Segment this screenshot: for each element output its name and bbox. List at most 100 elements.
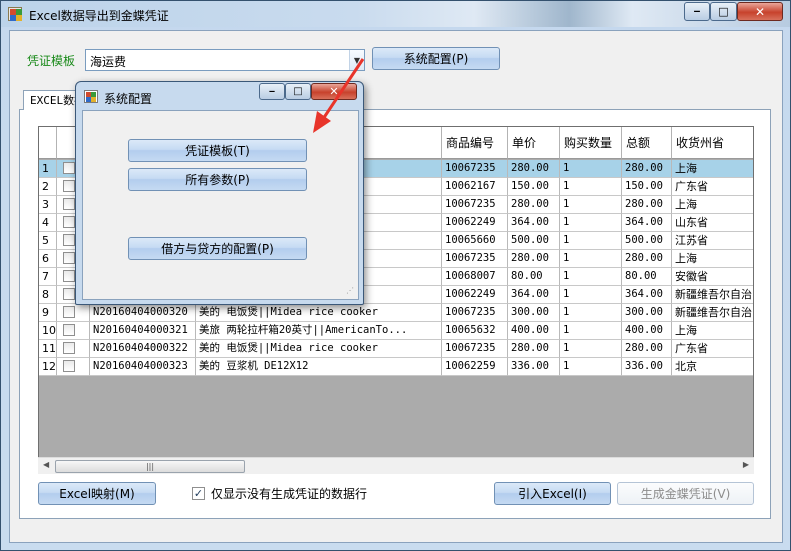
cell-province[interactable]: 广东省	[672, 340, 753, 358]
excel-mapping-button[interactable]: Excel映射(M)	[38, 482, 156, 505]
cell-product[interactable]: 美旅 两轮拉杆箱20英寸||AmericanTo...	[196, 322, 442, 340]
row-checkbox[interactable]	[63, 360, 75, 372]
cell-qty[interactable]: 1	[560, 304, 622, 322]
cell-qty[interactable]: 1	[560, 250, 622, 268]
title-bar[interactable]: Excel数据导出到金蝶凭证 ‒ □ ✕	[1, 1, 790, 27]
cell-n[interactable]: 9	[39, 304, 57, 322]
cell-province[interactable]: 北京	[672, 358, 753, 376]
system-config-button[interactable]: 系统配置(P)	[372, 47, 500, 70]
table-row[interactable]: 10 N20160404000321 美旅 两轮拉杆箱20英寸||AmericanT…	[39, 322, 753, 340]
grid-header-total[interactable]: 总额	[622, 127, 672, 159]
cell-code[interactable]: 10067235	[442, 196, 508, 214]
cell-code[interactable]: 10067235	[442, 340, 508, 358]
cell-n[interactable]: 11	[39, 340, 57, 358]
cell-qty[interactable]: 1	[560, 214, 622, 232]
cell-code[interactable]: 10067235	[442, 160, 508, 178]
cell-price[interactable]: 364.00	[508, 214, 560, 232]
cell-n[interactable]: 6	[39, 250, 57, 268]
cell-n[interactable]: 5	[39, 232, 57, 250]
cell-province[interactable]: 新疆维吾尔自治	[672, 304, 753, 322]
cell-qty[interactable]: 1	[560, 232, 622, 250]
cell-qty[interactable]: 1	[560, 268, 622, 286]
table-row[interactable]: 12 N20160404000323 美的 豆浆机 DE12X12 10062259 3…	[39, 358, 753, 376]
cell-qty[interactable]: 1	[560, 322, 622, 340]
cell-qty[interactable]: 1	[560, 286, 622, 304]
cell-n[interactable]: 12	[39, 358, 57, 376]
cell-code[interactable]: 10062167	[442, 178, 508, 196]
row-checkbox[interactable]	[63, 288, 75, 300]
dialog-minimize-button[interactable]: ‒	[259, 83, 285, 100]
cell-total[interactable]: 400.00	[622, 322, 672, 340]
import-excel-button[interactable]: 引入Excel(I)	[494, 482, 611, 505]
generate-voucher-button[interactable]: 生成金蝶凭证(V)	[617, 482, 754, 505]
minimize-button[interactable]: ‒	[684, 2, 710, 21]
row-checkbox[interactable]	[63, 270, 75, 282]
cell-total[interactable]: 150.00	[622, 178, 672, 196]
all-params-button[interactable]: 所有参数(P)	[128, 168, 307, 191]
row-checkbox[interactable]	[63, 342, 75, 354]
cell-product[interactable]: 美的 电饭煲||Midea rice cooker	[196, 340, 442, 358]
cell-province[interactable]: 山东省	[672, 214, 753, 232]
only-unvouchered-checkbox[interactable]: ✓	[192, 487, 205, 500]
cell-qty[interactable]: 1	[560, 160, 622, 178]
scrollbar-thumb[interactable]: |||	[55, 460, 245, 473]
row-checkbox[interactable]	[63, 252, 75, 264]
cell-total[interactable]: 300.00	[622, 304, 672, 322]
cell-code[interactable]: 10062259	[442, 358, 508, 376]
scroll-right-icon[interactable]: ▶	[743, 460, 749, 469]
table-row[interactable]: 9 N20160404000320 美的 电饭煲||Midea rice cooke…	[39, 304, 753, 322]
cell-qty[interactable]: 1	[560, 358, 622, 376]
row-checkbox[interactable]	[63, 162, 75, 174]
cell-province[interactable]: 上海	[672, 160, 753, 178]
cell-code[interactable]: 10067235	[442, 304, 508, 322]
cell-province[interactable]: 上海	[672, 250, 753, 268]
cell-n[interactable]: 7	[39, 268, 57, 286]
grid-header-province[interactable]: 收货州省	[672, 127, 753, 159]
cell-qty[interactable]: 1	[560, 178, 622, 196]
cell-total[interactable]: 80.00	[622, 268, 672, 286]
cell-order[interactable]: N20160404000322	[90, 340, 196, 358]
cell-total[interactable]: 280.00	[622, 196, 672, 214]
cell-province[interactable]: 上海	[672, 322, 753, 340]
cell-total[interactable]: 364.00	[622, 286, 672, 304]
cell-product[interactable]: 美的 电饭煲||Midea rice cooker	[196, 304, 442, 322]
cell-product[interactable]: 美的 豆浆机 DE12X12	[196, 358, 442, 376]
cell-price[interactable]: 364.00	[508, 286, 560, 304]
cell-price[interactable]: 400.00	[508, 322, 560, 340]
row-select-cell[interactable]	[57, 304, 90, 322]
cell-province[interactable]: 新疆维吾尔自治	[672, 286, 753, 304]
cell-code[interactable]: 10068007	[442, 268, 508, 286]
cell-province[interactable]: 江苏省	[672, 232, 753, 250]
row-select-cell[interactable]	[57, 340, 90, 358]
table-row[interactable]: 11 N20160404000322 美的 电饭煲||Midea rice cook…	[39, 340, 753, 358]
maximize-button[interactable]: □	[710, 2, 737, 21]
cell-n[interactable]: 2	[39, 178, 57, 196]
row-checkbox[interactable]	[63, 216, 75, 228]
cell-n[interactable]: 1	[39, 160, 57, 178]
row-checkbox[interactable]	[63, 234, 75, 246]
cell-code[interactable]: 10067235	[442, 250, 508, 268]
cell-price[interactable]: 150.00	[508, 178, 560, 196]
cell-price[interactable]: 280.00	[508, 250, 560, 268]
cell-qty[interactable]: 1	[560, 196, 622, 214]
cell-n[interactable]: 4	[39, 214, 57, 232]
scroll-left-icon[interactable]: ◀	[43, 460, 49, 469]
only-unvouchered-option[interactable]: ✓ 仅显示没有生成凭证的数据行	[192, 485, 367, 502]
cell-total[interactable]: 280.00	[622, 340, 672, 358]
cell-n[interactable]: 3	[39, 196, 57, 214]
close-button[interactable]: ✕	[737, 2, 783, 21]
debit-credit-config-button[interactable]: 借方与贷方的配置(P)	[128, 237, 307, 260]
cell-code[interactable]: 10065632	[442, 322, 508, 340]
cell-total[interactable]: 280.00	[622, 250, 672, 268]
grid-header-code[interactable]: 商品编号	[442, 127, 508, 159]
row-checkbox[interactable]	[63, 180, 75, 192]
cell-qty[interactable]: 1	[560, 340, 622, 358]
cell-price[interactable]: 300.00	[508, 304, 560, 322]
cell-province[interactable]: 广东省	[672, 178, 753, 196]
cell-n[interactable]: 10	[39, 322, 57, 340]
cell-province[interactable]: 上海	[672, 196, 753, 214]
cell-n[interactable]: 8	[39, 286, 57, 304]
row-checkbox[interactable]	[63, 198, 75, 210]
grid-header-qty[interactable]: 购买数量	[560, 127, 622, 159]
cell-order[interactable]: N20160404000320	[90, 304, 196, 322]
